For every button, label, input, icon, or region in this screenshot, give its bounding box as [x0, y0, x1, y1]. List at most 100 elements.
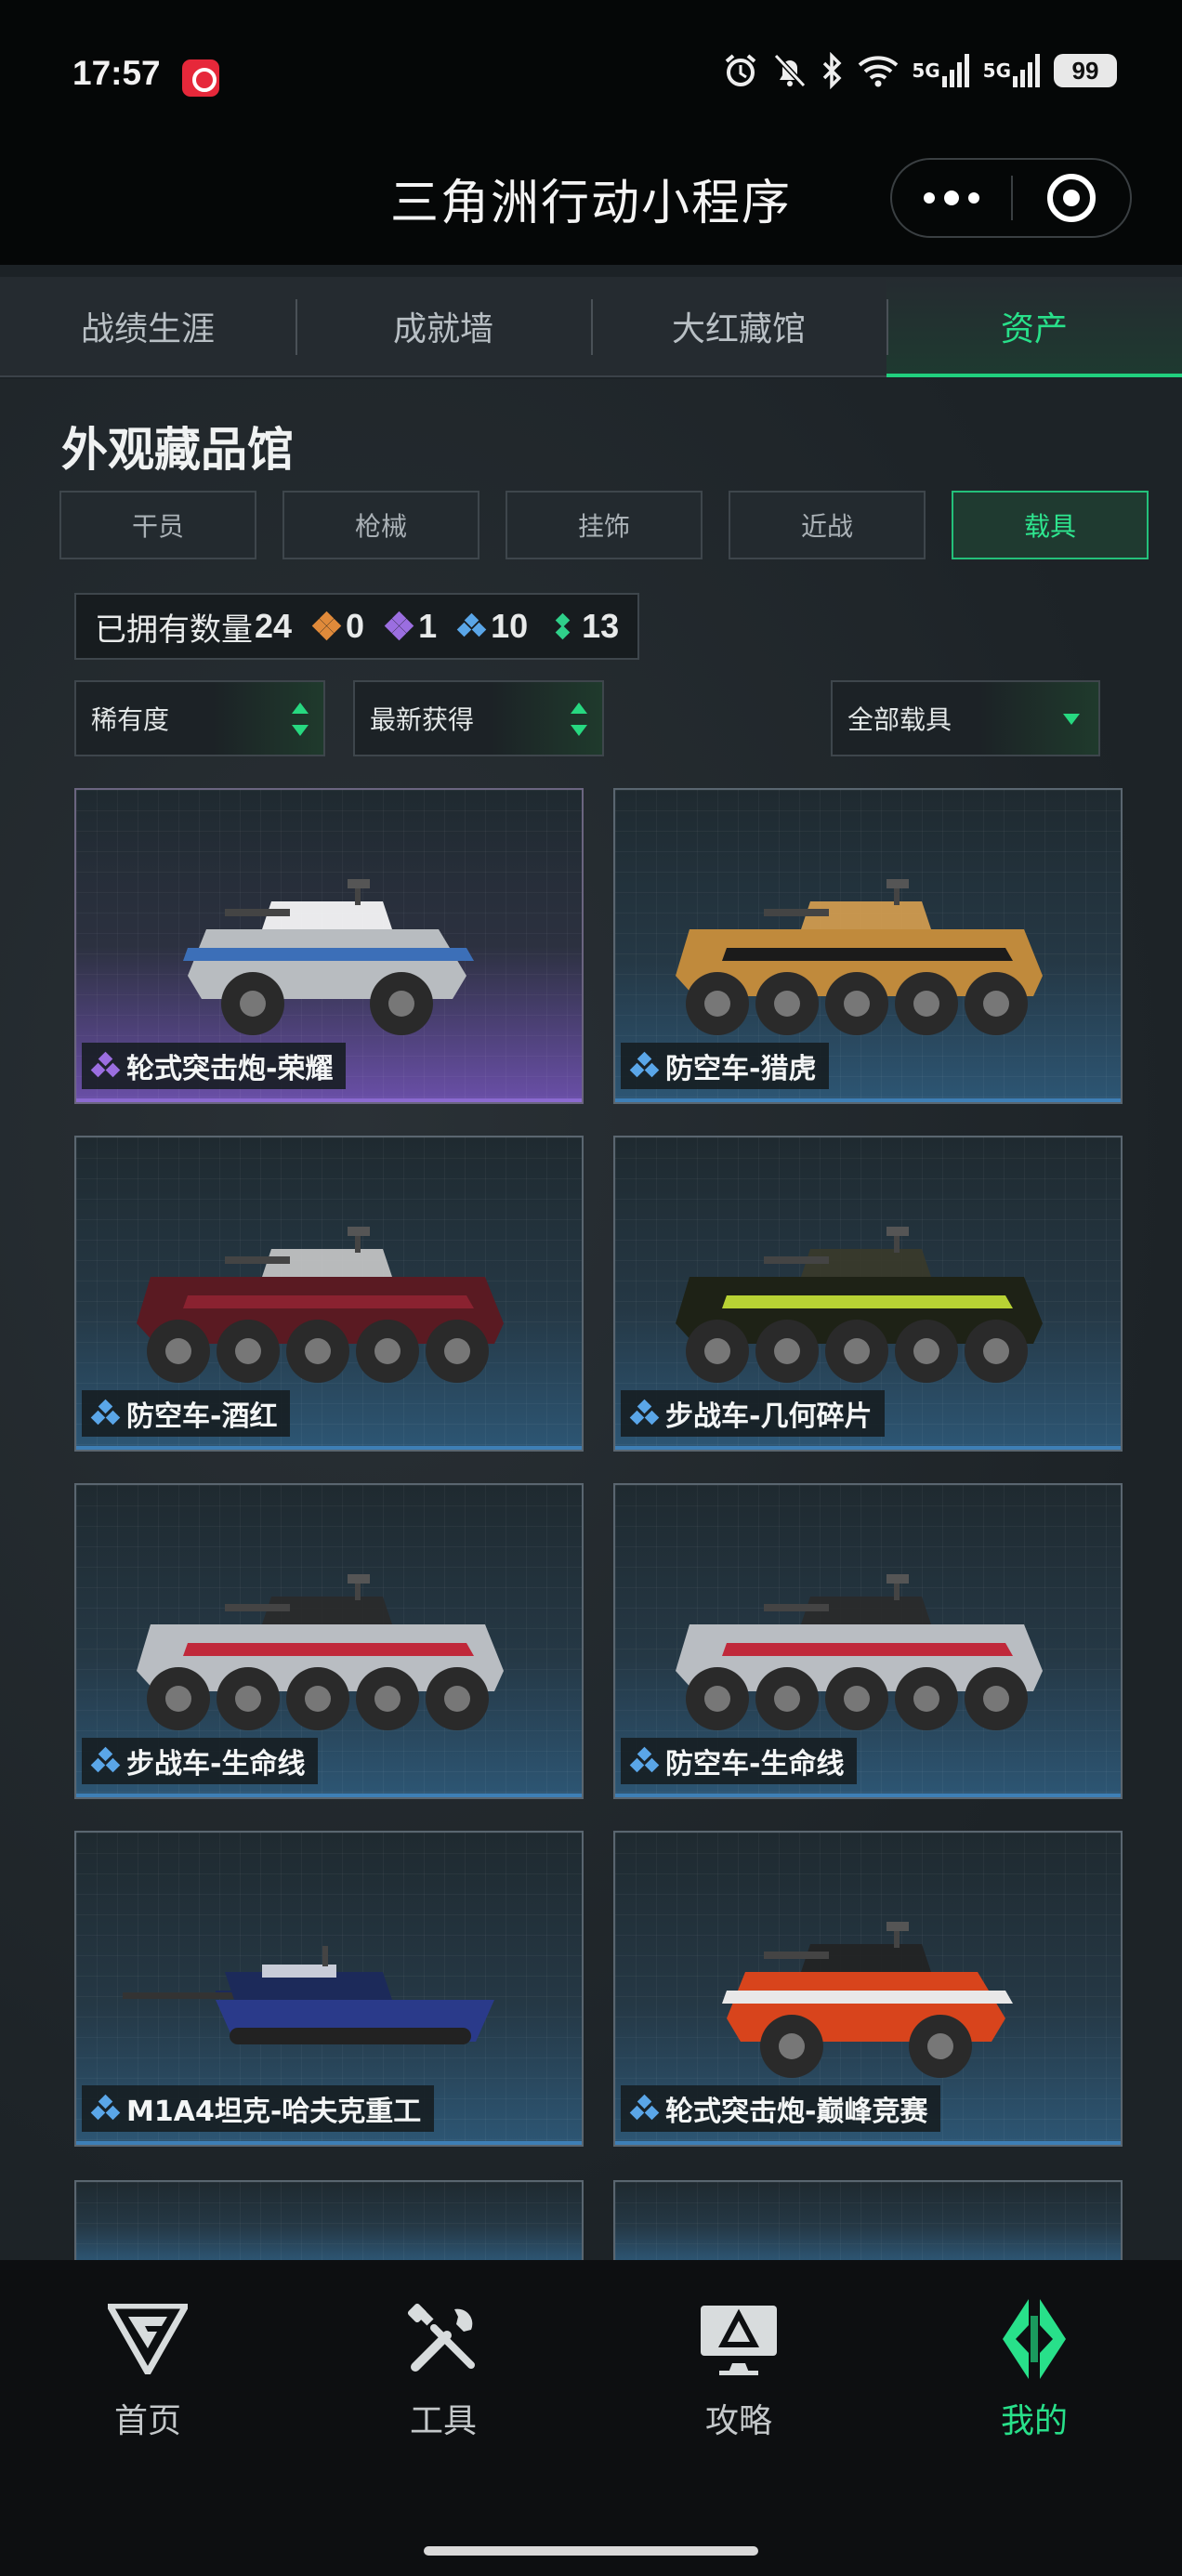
- guide-monitor-icon: [591, 2297, 886, 2381]
- filter-operators[interactable]: 干员: [59, 491, 256, 559]
- vehicle-card[interactable]: 防空车-生命线: [613, 1483, 1123, 1799]
- orange-rarity-icon: [311, 611, 342, 641]
- profile-logo-icon: [886, 2297, 1182, 2381]
- owned-count-summary: 已拥有数量 24 0 1 10 13: [74, 593, 640, 660]
- vehicle-name: 防空车-猎虎: [665, 1053, 817, 1085]
- nav-tools[interactable]: 工具: [296, 2297, 591, 2442]
- vehicle-card[interactable]: 轮式突击炮-巅峰竞赛: [613, 1831, 1123, 2147]
- sort-dropdown-label: 最新获得: [370, 704, 475, 735]
- blue-rarity-icon: [629, 1051, 660, 1080]
- vehicle-name-tag: 防空车-猎虎: [621, 1043, 830, 1089]
- rarity-sort-dropdown[interactable]: 稀有度: [74, 680, 325, 756]
- blue-rarity-icon: [629, 2094, 660, 2123]
- rarity-bar: [76, 1446, 582, 1450]
- rarity-bar: [615, 2141, 1121, 2145]
- page-title: 外观藏品馆: [61, 423, 294, 477]
- blue-rarity-icon: [629, 1399, 660, 1427]
- tab-career[interactable]: 战绩生涯: [0, 277, 296, 375]
- green-count-value: 13: [582, 607, 620, 645]
- vehicle-name: M1A4坦克-哈夫克重工: [126, 2096, 422, 2128]
- purple-rarity-icon: [384, 611, 414, 641]
- signal-bars-icon: [941, 54, 969, 87]
- blue-rarity-count: 10: [456, 607, 529, 646]
- vehicle-name-tag: 防空车-酒红: [82, 1390, 291, 1437]
- blue-rarity-icon: [456, 612, 487, 639]
- rarity-bar: [615, 1098, 1121, 1102]
- wifi-icon: [858, 56, 899, 87]
- nav-guide[interactable]: 攻略: [591, 2297, 886, 2442]
- rarity-bar: [615, 1794, 1121, 1797]
- filter-melee[interactable]: 近战: [729, 491, 926, 559]
- vehicle-card[interactable]: 轮式突击炮-荣耀: [74, 788, 584, 1104]
- home-indicator: [424, 2546, 758, 2556]
- rarity-dropdown-label: 稀有度: [91, 704, 170, 735]
- vehicle-card[interactable]: [74, 2180, 584, 2264]
- vehicle-name: 轮式突击炮-巅峰竞赛: [665, 2096, 928, 2128]
- vehicle-card[interactable]: 防空车-猎虎: [613, 788, 1123, 1104]
- vehicle-name: 防空车-生命线: [665, 1748, 845, 1781]
- blue-rarity-icon: [90, 1746, 121, 1775]
- chevron-down-icon: [1063, 714, 1080, 725]
- blue-rarity-icon: [629, 1746, 660, 1775]
- close-miniprogram-button[interactable]: [1013, 160, 1130, 236]
- top-bar: 17:57 5G 5G 99 三角洲行动小程序: [0, 0, 1182, 265]
- filter-charms[interactable]: 挂饰: [506, 491, 703, 559]
- bluetooth-icon: [823, 52, 842, 89]
- rarity-bar: [76, 1098, 582, 1102]
- tab-assets[interactable]: 资产: [886, 277, 1182, 377]
- vehicle-name: 防空车-酒红: [126, 1400, 278, 1433]
- main-tabs: 战绩生涯 成就墙 大红藏馆 资产: [0, 277, 1182, 377]
- nav-home[interactable]: 首页: [0, 2297, 296, 2442]
- miniprogram-capsule: [890, 158, 1132, 238]
- more-button[interactable]: [892, 160, 1011, 236]
- vehicle-name: 步战车-生命线: [126, 1748, 306, 1781]
- nav-profile-label: 我的: [1000, 2402, 1068, 2440]
- type-dropdown-label: 全部载具: [847, 704, 952, 735]
- vehicle-card[interactable]: [613, 2180, 1123, 2264]
- vehicle-name-tag: 轮式突击炮-巅峰竞赛: [621, 2085, 941, 2132]
- vehicle-name-tag: 防空车-生命线: [621, 1738, 858, 1784]
- nav-guide-label: 攻略: [704, 2402, 772, 2440]
- vehicle-name-tag: 步战车-几何碎片: [621, 1390, 886, 1437]
- acquired-sort-dropdown[interactable]: 最新获得: [353, 680, 604, 756]
- green-rarity-count: 13: [550, 607, 619, 646]
- vehicle-name: 步战车-几何碎片: [665, 1400, 873, 1433]
- filter-vehicles[interactable]: 载具: [952, 491, 1149, 559]
- rarity-bar: [76, 2141, 582, 2145]
- tab-achievements[interactable]: 成就墙: [296, 277, 591, 375]
- battery-indicator: 99: [1054, 54, 1117, 87]
- tab-red-collection[interactable]: 大红藏馆: [591, 277, 886, 375]
- vehicle-type-dropdown[interactable]: 全部载具: [831, 680, 1100, 756]
- filter-guns[interactable]: 枪械: [282, 491, 479, 559]
- status-icons: 5G 5G 99: [722, 52, 1117, 89]
- purple-rarity-icon: [90, 1051, 121, 1080]
- purple-rarity-count: 1: [384, 607, 438, 646]
- bottom-nav: 首页 工具 攻略 我的: [0, 2260, 1182, 2576]
- blue-rarity-icon: [90, 2094, 121, 2123]
- rarity-bar: [76, 1794, 582, 1797]
- vehicle-card[interactable]: 防空车-酒红: [74, 1136, 584, 1452]
- vehicle-card[interactable]: 步战车-几何碎片: [613, 1136, 1123, 1452]
- signal-bars-icon: [1013, 54, 1040, 87]
- signal-label-1: 5G: [912, 59, 940, 82]
- blue-count-value: 10: [491, 607, 529, 645]
- vehicle-card[interactable]: 步战车-生命线: [74, 1483, 584, 1799]
- owned-total: 24: [255, 607, 293, 645]
- sort-arrows-icon: [571, 703, 587, 736]
- vehicle-name-tag: 步战车-生命线: [82, 1738, 319, 1784]
- owned-label: 已拥有数量: [95, 611, 253, 649]
- mute-bell-icon: [774, 53, 807, 88]
- orange-count-value: 0: [346, 607, 365, 645]
- vehicle-name-tag: M1A4坦克-哈夫克重工: [82, 2085, 435, 2132]
- category-filter: 干员 枪械 挂饰 近战 载具: [59, 491, 1149, 559]
- tools-icon: [296, 2297, 591, 2381]
- notification-app-icon: [182, 59, 219, 97]
- signal-label-2: 5G: [982, 59, 1011, 82]
- home-logo-icon: [0, 2297, 296, 2381]
- vehicle-card[interactable]: M1A4坦克-哈夫克重工: [74, 1831, 584, 2147]
- sort-arrows-icon: [292, 703, 309, 736]
- rarity-bar: [615, 1446, 1121, 1450]
- green-rarity-icon: [550, 612, 576, 640]
- purple-count-value: 1: [418, 607, 438, 645]
- nav-profile[interactable]: 我的: [886, 2297, 1182, 2442]
